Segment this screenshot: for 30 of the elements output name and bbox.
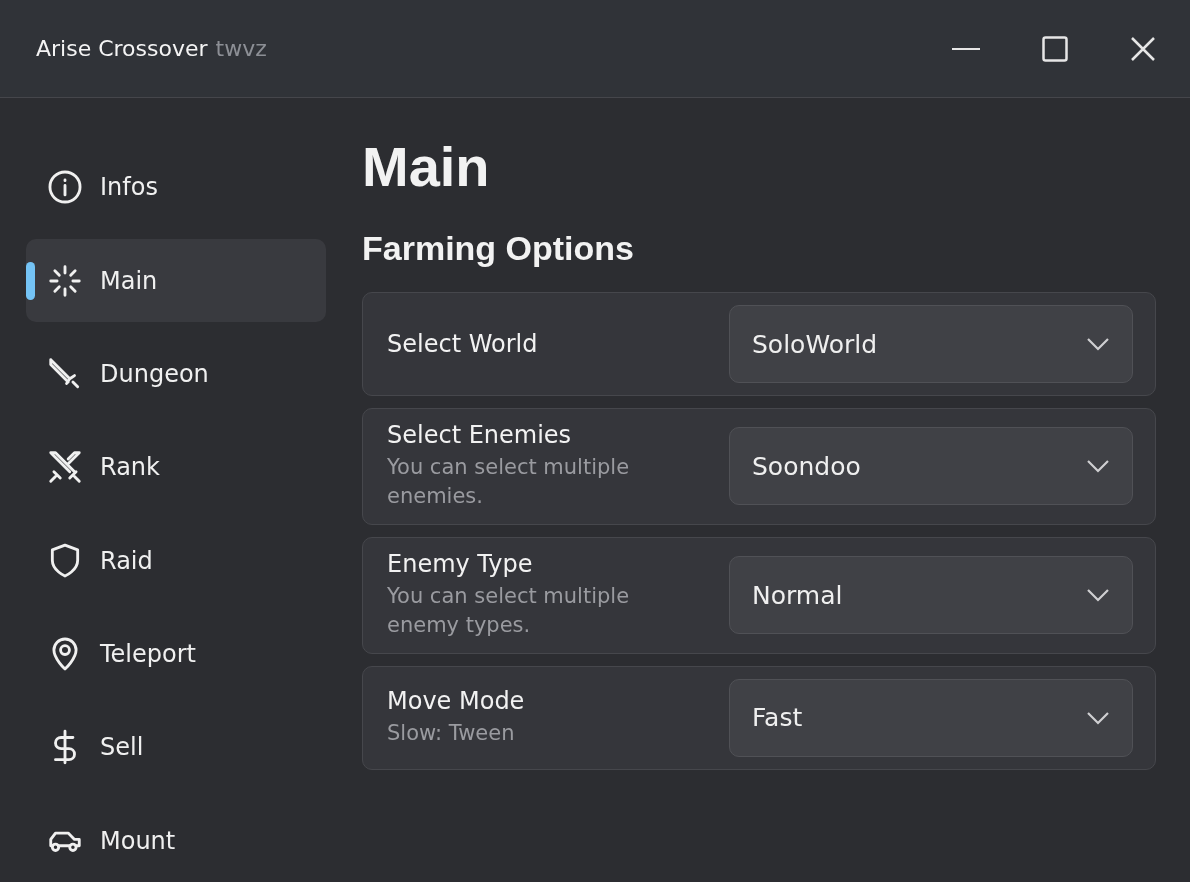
dropdown[interactable]: Fast: [729, 678, 1133, 757]
option-description: Slow: Tween: [387, 719, 516, 747]
sidebar-item[interactable]: Teleport: [26, 612, 326, 696]
sidebar-item[interactable]: Infos: [26, 146, 326, 229]
option-description: You can select multiple enemies.: [387, 454, 631, 511]
sidebar-item[interactable]: Main: [26, 239, 326, 322]
option-label: Select Enemies: [387, 421, 573, 449]
sidebar-item[interactable]: Rank: [26, 426, 326, 509]
dropdown[interactable]: Normal: [729, 556, 1133, 635]
sidebar-item[interactable]: Sell: [26, 706, 326, 789]
option-label: Enemy Type: [387, 549, 534, 578]
close-icon[interactable]: [1130, 35, 1156, 62]
sidebar-item[interactable]: Dungeon: [26, 332, 326, 416]
section-heading: Farming Options: [362, 229, 635, 268]
chevron-down-icon: [1086, 459, 1110, 474]
dropdown[interactable]: Soondoo: [729, 427, 1133, 506]
window-title: Arise Crossover: [36, 36, 208, 61]
chevron-down-icon: [1086, 710, 1110, 725]
window-subtitle: twvz: [215, 36, 267, 61]
option-label: Move Mode: [387, 686, 526, 715]
selection-indicator: [26, 262, 35, 301]
option-description: You can select multiple enemy types.: [387, 582, 631, 640]
chevron-down-icon: [1086, 337, 1110, 351]
option-label: Select World: [387, 330, 539, 358]
page-title: Main: [362, 134, 491, 199]
chevron-down-icon: [1086, 588, 1110, 603]
sidebar-item[interactable]: Raid: [26, 519, 326, 602]
maximize-icon[interactable]: [1042, 35, 1068, 62]
dropdown[interactable]: SoloWorld: [729, 305, 1133, 383]
sidebar-item[interactable]: Mount: [26, 799, 326, 882]
